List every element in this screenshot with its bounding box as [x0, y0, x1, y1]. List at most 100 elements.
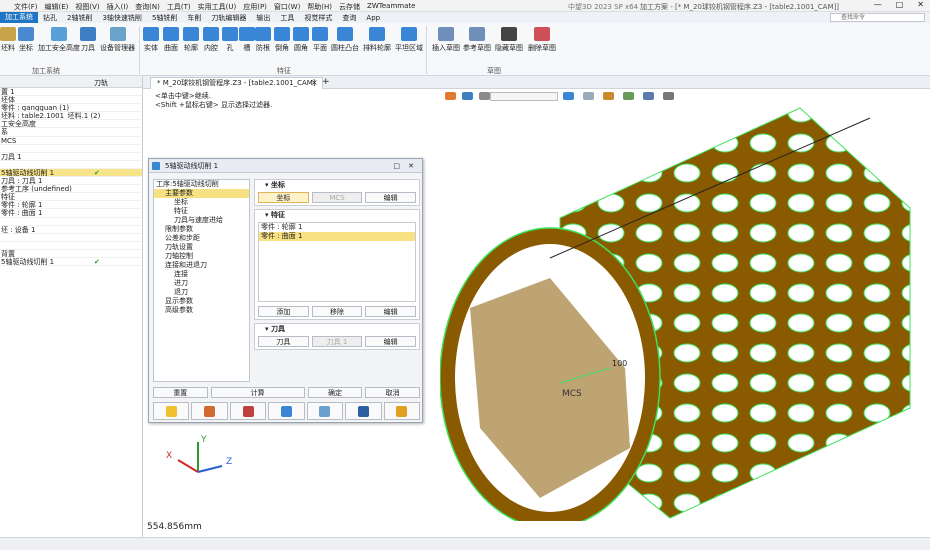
pocket-button[interactable]: 内腔 — [203, 27, 219, 53]
add-button[interactable]: 添加 — [258, 306, 309, 317]
reference-sketch-button[interactable]: 参考草图 — [463, 27, 491, 53]
menu-view[interactable]: 视图(V) — [75, 2, 99, 12]
tab-turning[interactable]: 车削 — [182, 13, 206, 23]
tree-row[interactable]: 特征 — [0, 193, 142, 202]
command-search-input[interactable]: 查找命令 — [830, 13, 925, 22]
parameter-tree-item[interactable]: 工序:5轴驱动线切削 — [154, 180, 249, 189]
tree-row[interactable] — [0, 242, 142, 250]
menu-cloud[interactable]: 云存储 — [339, 2, 360, 12]
parameter-tree-item[interactable]: 连接和进退刀 — [154, 261, 249, 270]
menu-help[interactable]: 帮助(H) — [307, 2, 332, 12]
safe-height-button[interactable]: 加工安全高度 — [38, 27, 80, 53]
tool-edit-button[interactable]: 编辑 — [365, 336, 417, 347]
flat-area-button[interactable]: 平坦区域 — [395, 27, 423, 53]
tree-row[interactable]: 零件 : 轮廓 1 — [0, 201, 142, 210]
tab-2axis[interactable]: 2轴铣削 — [62, 13, 97, 23]
tab-close-icon[interactable]: × — [311, 78, 318, 87]
menu-apps[interactable]: 应用(P) — [243, 2, 267, 12]
tree-row[interactable]: 坯体 — [0, 96, 142, 105]
tool-button[interactable]: 刀具 — [258, 336, 309, 347]
menu-query[interactable]: 查询(N) — [135, 2, 160, 12]
list-item[interactable]: 零件 : 曲面 1 — [259, 232, 415, 241]
insert-sketch-button[interactable]: 插入草图 — [432, 27, 460, 53]
menu-file[interactable]: 文件(F) — [14, 2, 38, 12]
ok-button[interactable]: 确定 — [307, 387, 363, 398]
tool-section-header[interactable]: ▾ 刀具 — [255, 324, 419, 334]
coordinate-button[interactable]: 坐标 — [258, 192, 309, 203]
operation-tree[interactable]: 置 1 坯体 零件 : gangguan (1) 坯料 : table2.1001_坯… — [0, 88, 142, 267]
parameter-tree-item[interactable]: 进刀 — [154, 279, 249, 288]
parameter-tree-item[interactable]: 刀具与速度进给 — [154, 216, 249, 225]
stock-button[interactable]: 坯料 — [0, 27, 16, 53]
reset-button[interactable]: 重置 — [153, 387, 208, 398]
tab-query[interactable]: 查询 — [337, 13, 361, 23]
tab-machining-system[interactable]: 加工系统 — [0, 12, 38, 23]
verify-button[interactable] — [268, 402, 305, 420]
surface-button[interactable]: 曲面 — [163, 27, 179, 53]
parameter-tree-item[interactable]: 刀轴控制 — [154, 252, 249, 261]
tab-output[interactable]: 输出 — [251, 13, 275, 23]
tree-row[interactable]: 置 1 — [0, 88, 142, 97]
tree-row[interactable] — [0, 145, 142, 153]
list-item[interactable]: 零件 : 轮廓 1 — [259, 223, 415, 232]
root-button[interactable]: 防根 — [255, 27, 271, 53]
tree-row[interactable] — [0, 218, 142, 226]
tab-visual-style[interactable]: 视觉样式 — [299, 13, 337, 23]
stock-profile-button[interactable]: 排料轮廓 — [363, 27, 391, 53]
remove-button[interactable]: 移除 — [311, 306, 363, 317]
tree-row[interactable]: 参考工序 (undefined) — [0, 185, 142, 194]
tree-row[interactable]: MCS — [0, 137, 142, 145]
cancel-button[interactable]: 取消 — [365, 387, 420, 398]
hole-button[interactable]: 孔 — [222, 27, 238, 53]
tree-row[interactable]: 刀具 : 刀具 1 — [0, 177, 142, 186]
tree-row[interactable]: 5轴驱动线切削 1 ✔ — [0, 168, 142, 178]
feature-section-header[interactable]: ▾ 特征 — [255, 210, 419, 220]
tab-drilling[interactable]: 钻孔 — [38, 13, 62, 23]
parameter-tree-item[interactable]: 限制参数 — [154, 225, 249, 234]
maximize-icon[interactable]: □ — [896, 0, 904, 9]
solid-button[interactable]: 实体 — [143, 27, 159, 53]
menu-utility[interactable]: 实用工具(U) — [198, 2, 237, 12]
tree-row[interactable]: 5轴驱动线切削 1 ✔ — [0, 258, 142, 267]
tree-row[interactable]: 工安全高度 — [0, 120, 142, 129]
calculate-button[interactable]: 计算 — [210, 387, 305, 398]
tree-row[interactable]: 系 — [0, 128, 142, 137]
edit-path-button[interactable] — [191, 402, 228, 420]
dialog-pin-icon[interactable]: □ — [393, 159, 400, 173]
fillet-button[interactable]: 圆角 — [293, 27, 309, 53]
simulate-button[interactable] — [229, 402, 267, 420]
tree-row[interactable]: 坯 : 设备 1 — [0, 226, 142, 234]
dialog-close-icon[interactable]: ✕ — [408, 159, 414, 173]
document-tab[interactable]: * M_20球铰机钢管程序.Z3 - [table2.1001_CAM] — [150, 77, 323, 89]
tab-app[interactable]: App — [361, 14, 385, 22]
parameter-tree-item[interactable]: 显示参数 — [154, 297, 249, 306]
hide-sketch-button[interactable]: 隐藏草图 — [495, 27, 523, 53]
parameter-tree-item[interactable]: 主要参数 — [154, 189, 249, 198]
save-button[interactable] — [345, 402, 382, 420]
menu-teammate[interactable]: ZWTeammate — [367, 2, 415, 12]
menu-edit[interactable]: 编辑(E) — [45, 2, 69, 12]
menu-window[interactable]: 窗口(W) — [274, 2, 300, 12]
tree-row[interactable] — [0, 234, 142, 242]
tree-row[interactable]: 刀具 1 — [0, 153, 142, 161]
feature-list[interactable]: 零件 : 轮廓 1 零件 : 曲面 1 — [258, 222, 416, 302]
feature-edit-button[interactable]: 编辑 — [365, 306, 417, 317]
tab-toolpath-editor[interactable]: 刀轨编辑器 — [206, 13, 251, 23]
chamfer-button[interactable]: 倒角 — [274, 27, 290, 53]
boss-button[interactable]: 圆柱凸台 — [331, 27, 359, 53]
tree-row[interactable] — [0, 161, 142, 169]
profile-button[interactable]: 轮廓 — [183, 27, 199, 53]
parameter-tree-item[interactable]: 坐标 — [154, 198, 249, 207]
tool-library-button[interactable] — [306, 402, 344, 420]
new-tab-icon[interactable]: + — [322, 77, 330, 87]
tab-5axis[interactable]: 5轴铣削 — [147, 13, 182, 23]
tree-row[interactable]: 坯料 : table2.1001_坯料.1 (2) — [0, 112, 142, 121]
parameter-tree-item[interactable]: 特征 — [154, 207, 249, 216]
minimize-icon[interactable]: — — [874, 0, 882, 9]
close-icon[interactable]: ✕ — [917, 0, 924, 9]
slot-button[interactable]: 槽 — [239, 27, 255, 53]
parameter-tree-item[interactable]: 连接 — [154, 270, 249, 279]
hint-button[interactable] — [153, 402, 190, 420]
parameter-tree-item[interactable]: 退刀 — [154, 288, 249, 297]
tool-button[interactable]: 刀具 — [80, 27, 96, 53]
